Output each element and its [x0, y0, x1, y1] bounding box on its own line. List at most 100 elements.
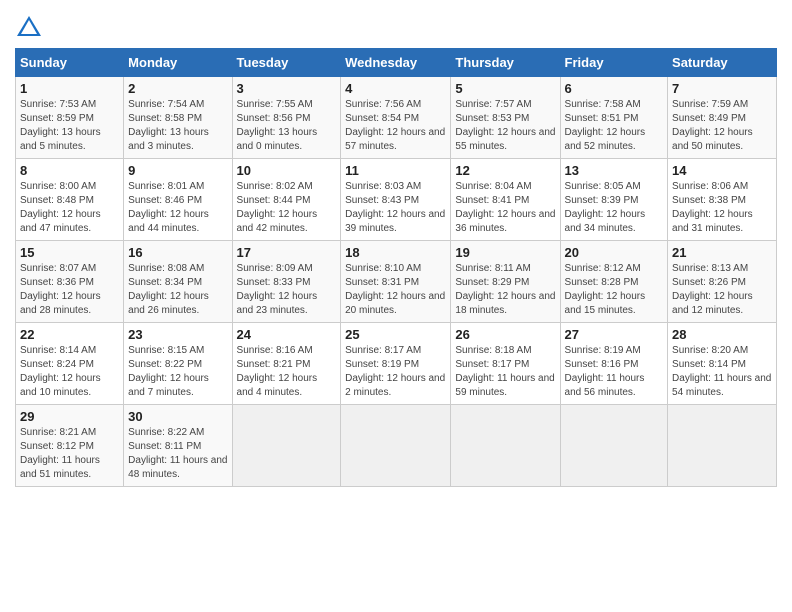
day-number: 12	[455, 163, 555, 178]
day-info: Sunrise: 8:06 AMSunset: 8:38 PMDaylight:…	[672, 180, 772, 236]
calendar-cell: 28 Sunrise: 8:20 AMSunset: 8:14 PMDayligh…	[668, 323, 777, 405]
day-info: Sunrise: 8:13 AMSunset: 8:26 PMDaylight:…	[672, 262, 772, 318]
day-info: Sunrise: 8:14 AMSunset: 8:24 PMDaylight:…	[20, 344, 119, 400]
day-number: 7	[672, 81, 772, 96]
calendar-cell: 27Sunrise: 8:19 AMSunset: 8:16 PMDayligh…	[560, 323, 668, 405]
day-number: 8	[20, 163, 119, 178]
calendar-header-row: SundayMondayTuesdayWednesdayThursdayFrid…	[16, 49, 777, 77]
day-info: Sunrise: 8:04 AMSunset: 8:41 PMDaylight:…	[455, 180, 555, 236]
calendar-cell: 19 Sunrise: 8:11 AMSunset: 8:29 PMDayligh…	[451, 241, 560, 323]
day-info: Sunrise: 7:59 AMSunset: 8:49 PMDaylight:…	[672, 98, 772, 154]
day-info: Sunrise: 8:15 AMSunset: 8:22 PMDaylight:…	[128, 344, 227, 400]
day-number: 20	[565, 245, 664, 260]
calendar-cell: 26 Sunrise: 8:18 AMSunset: 8:17 PMDayligh…	[451, 323, 560, 405]
header	[15, 10, 777, 42]
day-info: Sunrise: 8:11 AMSunset: 8:29 PMDaylight:…	[455, 262, 555, 318]
calendar-week-row: 29Sunrise: 8:21 AMSunset: 8:12 PMDayligh…	[16, 405, 777, 487]
day-info: Sunrise: 7:54 AMSunset: 8:58 PMDaylight:…	[128, 98, 227, 154]
column-header-thursday: Thursday	[451, 49, 560, 77]
calendar-table: SundayMondayTuesdayWednesdayThursdayFrid…	[15, 48, 777, 487]
calendar-cell: 8 Sunrise: 8:00 AMSunset: 8:48 PMDaylight…	[16, 159, 124, 241]
calendar-cell: 20 Sunrise: 8:12 AMSunset: 8:28 PMDayligh…	[560, 241, 668, 323]
calendar-cell: 2 Sunrise: 7:54 AMSunset: 8:58 PMDaylight…	[124, 77, 232, 159]
day-number: 18	[345, 245, 446, 260]
day-number: 21	[672, 245, 772, 260]
calendar-cell: 15 Sunrise: 8:07 AMSunset: 8:36 PMDayligh…	[16, 241, 124, 323]
calendar-cell: 22 Sunrise: 8:14 AMSunset: 8:24 PMDayligh…	[16, 323, 124, 405]
day-info: Sunrise: 8:21 AMSunset: 8:12 PMDaylight:…	[20, 426, 119, 482]
calendar-cell: 10 Sunrise: 8:02 AMSunset: 8:44 PMDayligh…	[232, 159, 341, 241]
calendar-cell: 29Sunrise: 8:21 AMSunset: 8:12 PMDayligh…	[16, 405, 124, 487]
calendar-week-row: 8 Sunrise: 8:00 AMSunset: 8:48 PMDaylight…	[16, 159, 777, 241]
calendar-cell: 11Sunrise: 8:03 AMSunset: 8:43 PMDayligh…	[341, 159, 451, 241]
calendar-cell: 18 Sunrise: 8:10 AMSunset: 8:31 PMDayligh…	[341, 241, 451, 323]
day-number: 3	[237, 81, 337, 96]
calendar-cell: 9 Sunrise: 8:01 AMSunset: 8:46 PMDaylight…	[124, 159, 232, 241]
calendar-cell: 5 Sunrise: 7:57 AMSunset: 8:53 PMDaylight…	[451, 77, 560, 159]
day-info: Sunrise: 8:07 AMSunset: 8:36 PMDaylight:…	[20, 262, 119, 318]
day-info: Sunrise: 8:00 AMSunset: 8:48 PMDaylight:…	[20, 180, 119, 236]
day-number: 25	[345, 327, 446, 342]
day-number: 5	[455, 81, 555, 96]
day-number: 26	[455, 327, 555, 342]
day-info: Sunrise: 8:22 AMSunset: 8:11 PMDaylight:…	[128, 426, 227, 482]
day-number: 19	[455, 245, 555, 260]
calendar-cell: 16Sunrise: 8:08 AMSunset: 8:34 PMDayligh…	[124, 241, 232, 323]
day-info: Sunrise: 7:53 AMSunset: 8:59 PMDaylight:…	[20, 98, 119, 154]
day-number: 2	[128, 81, 227, 96]
calendar-week-row: 1 Sunrise: 7:53 AMSunset: 8:59 PMDaylight…	[16, 77, 777, 159]
day-info: Sunrise: 8:12 AMSunset: 8:28 PMDaylight:…	[565, 262, 664, 318]
day-info: Sunrise: 7:57 AMSunset: 8:53 PMDaylight:…	[455, 98, 555, 154]
day-info: Sunrise: 8:17 AMSunset: 8:19 PMDaylight:…	[345, 344, 446, 400]
day-number: 23	[128, 327, 227, 342]
day-number: 28	[672, 327, 772, 342]
day-info: Sunrise: 8:05 AMSunset: 8:39 PMDaylight:…	[565, 180, 664, 236]
day-info: Sunrise: 8:10 AMSunset: 8:31 PMDaylight:…	[345, 262, 446, 318]
day-info: Sunrise: 8:19 AMSunset: 8:16 PMDaylight:…	[565, 344, 664, 400]
day-number: 11	[345, 163, 446, 178]
calendar-cell: 21 Sunrise: 8:13 AMSunset: 8:26 PMDayligh…	[668, 241, 777, 323]
day-info: Sunrise: 8:18 AMSunset: 8:17 PMDaylight:…	[455, 344, 555, 400]
day-number: 22	[20, 327, 119, 342]
calendar-cell: 30 Sunrise: 8:22 AMSunset: 8:11 PMDayligh…	[124, 405, 232, 487]
calendar-cell: 17 Sunrise: 8:09 AMSunset: 8:33 PMDayligh…	[232, 241, 341, 323]
column-header-saturday: Saturday	[668, 49, 777, 77]
calendar-week-row: 15 Sunrise: 8:07 AMSunset: 8:36 PMDayligh…	[16, 241, 777, 323]
calendar-cell: 12 Sunrise: 8:04 AMSunset: 8:41 PMDayligh…	[451, 159, 560, 241]
column-header-friday: Friday	[560, 49, 668, 77]
logo	[15, 14, 45, 42]
day-number: 15	[20, 245, 119, 260]
day-number: 14	[672, 163, 772, 178]
day-info: Sunrise: 8:09 AMSunset: 8:33 PMDaylight:…	[237, 262, 337, 318]
calendar-cell: 7 Sunrise: 7:59 AMSunset: 8:49 PMDaylight…	[668, 77, 777, 159]
calendar-cell	[341, 405, 451, 487]
day-number: 6	[565, 81, 664, 96]
day-info: Sunrise: 8:16 AMSunset: 8:21 PMDaylight:…	[237, 344, 337, 400]
calendar-cell	[451, 405, 560, 487]
day-info: Sunrise: 8:01 AMSunset: 8:46 PMDaylight:…	[128, 180, 227, 236]
calendar-cell: 14 Sunrise: 8:06 AMSunset: 8:38 PMDayligh…	[668, 159, 777, 241]
calendar-cell	[232, 405, 341, 487]
calendar-cell: 24 Sunrise: 8:16 AMSunset: 8:21 PMDayligh…	[232, 323, 341, 405]
column-header-monday: Monday	[124, 49, 232, 77]
logo-icon	[15, 14, 43, 42]
day-number: 9	[128, 163, 227, 178]
day-info: Sunrise: 8:08 AMSunset: 8:34 PMDaylight:…	[128, 262, 227, 318]
day-info: Sunrise: 7:56 AMSunset: 8:54 PMDaylight:…	[345, 98, 446, 154]
column-header-tuesday: Tuesday	[232, 49, 341, 77]
day-number: 17	[237, 245, 337, 260]
calendar-cell	[668, 405, 777, 487]
calendar-week-row: 22 Sunrise: 8:14 AMSunset: 8:24 PMDayligh…	[16, 323, 777, 405]
day-number: 10	[237, 163, 337, 178]
day-info: Sunrise: 8:02 AMSunset: 8:44 PMDaylight:…	[237, 180, 337, 236]
calendar-cell: 25 Sunrise: 8:17 AMSunset: 8:19 PMDayligh…	[341, 323, 451, 405]
day-number: 30	[128, 409, 227, 424]
day-info: Sunrise: 7:58 AMSunset: 8:51 PMDaylight:…	[565, 98, 664, 154]
day-info: Sunrise: 8:20 AMSunset: 8:14 PMDaylight:…	[672, 344, 772, 400]
calendar-cell: 6 Sunrise: 7:58 AMSunset: 8:51 PMDaylight…	[560, 77, 668, 159]
column-header-wednesday: Wednesday	[341, 49, 451, 77]
day-number: 24	[237, 327, 337, 342]
day-number: 1	[20, 81, 119, 96]
calendar-cell: 13Sunrise: 8:05 AMSunset: 8:39 PMDayligh…	[560, 159, 668, 241]
day-number: 4	[345, 81, 446, 96]
